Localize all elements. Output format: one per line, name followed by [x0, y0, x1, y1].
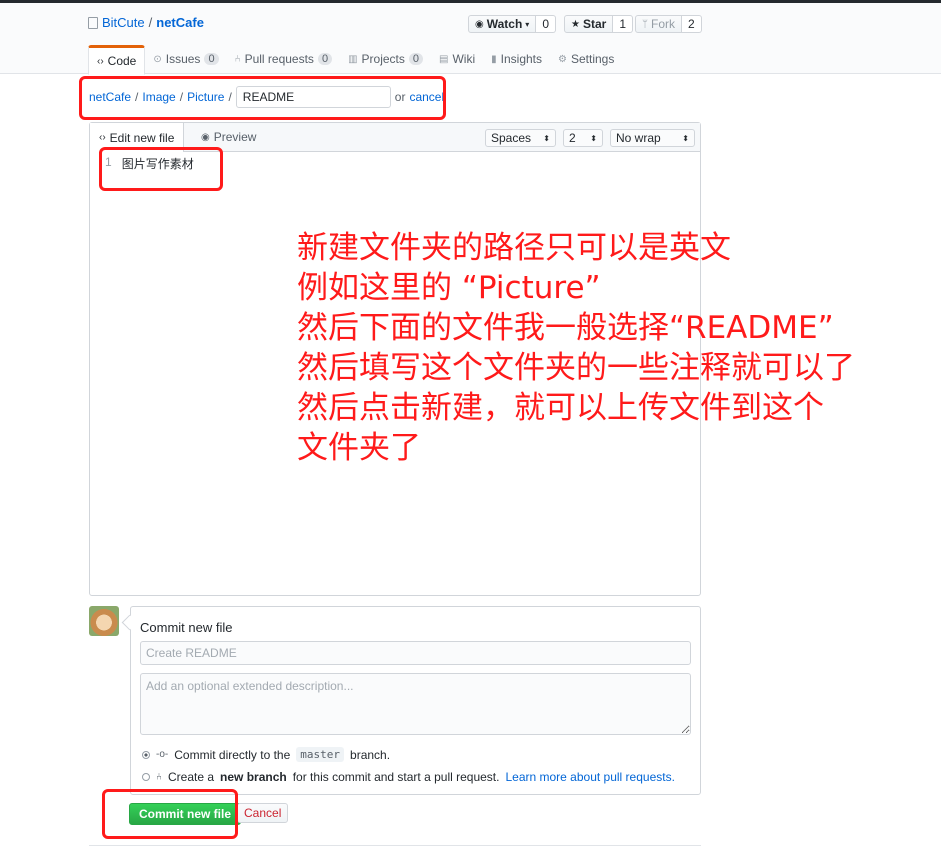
book-icon: ▤ — [439, 53, 449, 65]
avatar[interactable] — [89, 606, 119, 636]
radio-new-branch[interactable] — [142, 773, 150, 781]
tab-wiki-label: Wiki — [452, 52, 476, 66]
tab-edit-label: Edit new file — [109, 130, 175, 145]
tab-projects-count: 0 — [408, 53, 423, 65]
eye-icon: ◉ — [475, 18, 484, 30]
annotation-highlight-content — [99, 147, 223, 191]
gear-icon: ⚙ — [558, 53, 567, 65]
pr-icon: ⑃ — [234, 53, 241, 65]
commit-direct-option[interactable]: -o- Commit directly to the master branch… — [142, 747, 390, 762]
commit-form: Commit new file -o- Commit directly to t… — [130, 606, 701, 795]
pr-icon: ⑃ — [156, 771, 162, 783]
star-group: ★ Star 1 — [564, 15, 633, 33]
wrap-mode-value: No wrap — [616, 131, 661, 145]
graph-icon: ▮ — [491, 53, 497, 65]
watch-button[interactable]: ◉ Watch ▾ — [468, 15, 537, 33]
option-branch-suffix: for this commit and start a pull request… — [292, 770, 500, 784]
branch-name: master — [296, 747, 345, 762]
fork-label: Fork — [651, 17, 675, 31]
tab-projects[interactable]: ▥ Projects 0 — [340, 44, 431, 74]
tab-preview-label: Preview — [213, 130, 257, 144]
fork-count[interactable]: 2 — [682, 15, 702, 33]
repo-separator: / — [148, 15, 153, 30]
commit-new-branch-option[interactable]: ⑃ Create a new branch for this commit an… — [142, 770, 675, 784]
tab-pull-requests-label: Pull requests — [244, 52, 314, 66]
watch-label: Watch — [486, 17, 523, 31]
watch-count[interactable]: 0 — [536, 15, 556, 33]
divider — [89, 845, 701, 846]
option-direct-suffix: branch. — [350, 747, 391, 762]
watch-group: ◉ Watch ▾ 0 — [468, 15, 556, 33]
cancel-button[interactable]: Cancel — [237, 803, 289, 823]
star-button[interactable]: ★ Star — [564, 15, 614, 33]
select-arrows-icon: ⬍ — [682, 133, 689, 143]
tab-code-label: Code — [107, 54, 137, 68]
select-arrows-icon: ⬍ — [590, 133, 597, 143]
tab-pull-requests-count: 0 — [317, 53, 333, 65]
option-branch-bold: new branch — [220, 770, 287, 784]
commit-title: Commit new file — [140, 620, 233, 635]
learn-more-link[interactable]: Learn more about pull requests. — [505, 770, 674, 784]
indent-mode-value: Spaces — [491, 131, 532, 145]
project-icon: ▥ — [348, 53, 358, 65]
indent-mode-select[interactable]: Spaces ⬍ — [485, 129, 556, 147]
fork-icon: ᛘ — [642, 18, 648, 30]
option-direct-text: Commit directly to the — [174, 747, 291, 762]
tab-settings[interactable]: ⚙ Settings — [550, 44, 622, 74]
commit-summary-input[interactable] — [140, 641, 691, 665]
tab-insights[interactable]: ▮ Insights — [483, 44, 550, 74]
tab-wiki[interactable]: ▤ Wiki — [431, 44, 483, 74]
repo-owner-link[interactable]: BitCute — [102, 15, 145, 30]
radio-direct[interactable] — [142, 750, 150, 759]
select-arrows-icon: ⬍ — [543, 133, 550, 143]
tab-pull-requests[interactable]: ⑃ Pull requests 0 — [227, 44, 341, 74]
fork-group: ᛘ Fork 2 — [635, 15, 702, 33]
star-icon: ★ — [571, 18, 580, 30]
wrap-mode-select[interactable]: No wrap ⬍ — [610, 129, 695, 147]
tab-issues-count: 0 — [204, 53, 219, 65]
repo-tabs: ‹› Code ⊙ Issues 0 ⑃ Pull requests 0 ▥ P… — [88, 44, 622, 75]
commit-description-textarea[interactable] — [140, 673, 691, 735]
issue-icon: ⊙ — [153, 53, 162, 65]
code-icon: ‹› — [99, 132, 106, 143]
indent-size-value: 2 — [569, 131, 576, 145]
commit-icon: -o- — [156, 749, 169, 760]
tab-projects-label: Projects — [361, 52, 405, 66]
repo-name-link[interactable]: netCafe — [156, 15, 204, 30]
fork-button[interactable]: ᛘ Fork — [635, 15, 682, 33]
tab-insights-label: Insights — [500, 52, 542, 66]
tab-issues[interactable]: ⊙ Issues 0 — [145, 44, 226, 74]
indent-size-select[interactable]: 2 ⬍ — [563, 129, 603, 147]
tab-settings-label: Settings — [570, 52, 615, 66]
repo-title: BitCute / netCafe — [88, 15, 204, 30]
code-icon: ‹› — [97, 55, 104, 67]
annotation-highlight-commit — [102, 789, 238, 839]
repo-icon — [88, 16, 98, 29]
star-label: Star — [582, 17, 607, 31]
annotation-text: 新建文件夹的路径只可以是英文 例如这里的 “Picture” 然后下面的文件我一… — [297, 230, 855, 466]
option-branch-text: Create a — [168, 770, 215, 784]
star-count[interactable]: 1 — [613, 15, 633, 33]
eye-icon: ◉ — [201, 131, 210, 143]
caret-down-icon: ▾ — [525, 19, 530, 29]
annotation-highlight-path — [79, 76, 446, 120]
tab-code[interactable]: ‹› Code — [88, 45, 146, 75]
tab-issues-label: Issues — [165, 52, 201, 66]
